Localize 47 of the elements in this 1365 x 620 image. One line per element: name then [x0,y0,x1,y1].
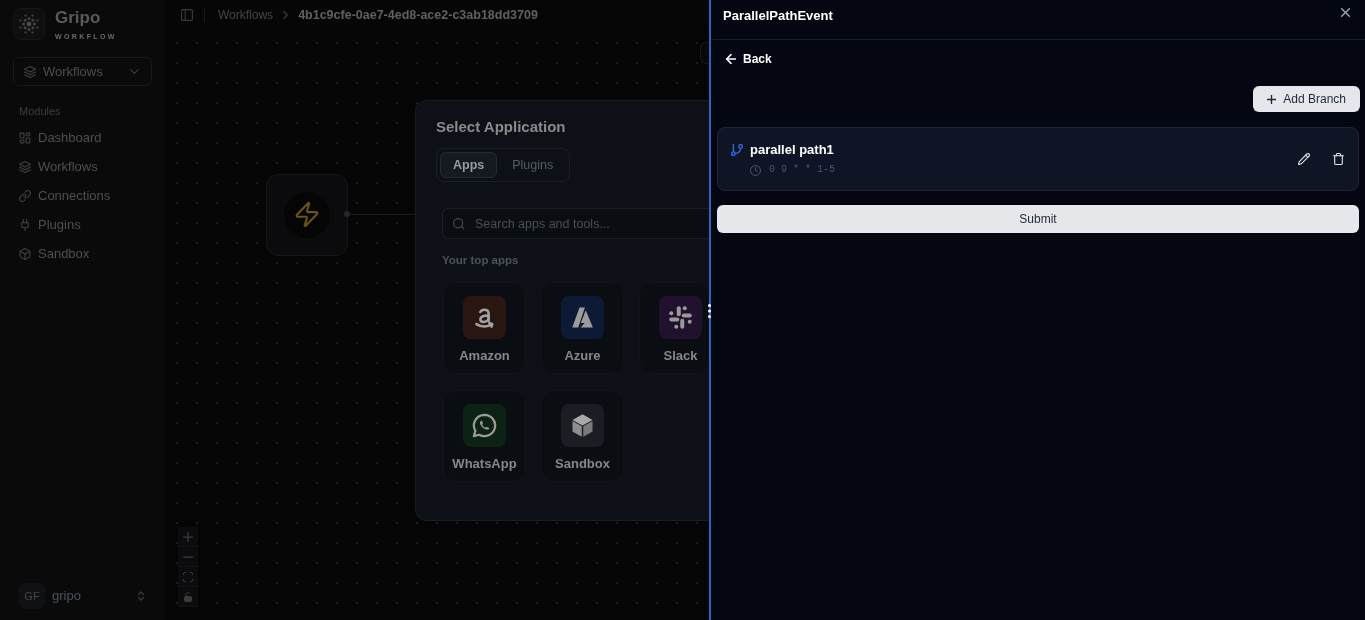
pencil-icon[interactable] [1298,153,1310,165]
chevrons-up-down-icon[interactable] [138,591,144,601]
minus-icon [183,555,193,558]
brand-name: Gripo [55,9,102,27]
panel-title: ParallelPathEvent [723,8,833,24]
app-card[interactable]: Amazon [443,282,526,374]
lightning-icon [284,192,330,238]
user-name: gripo [52,587,81,606]
plus-icon [1267,94,1277,104]
lock-icon [184,591,192,602]
drag-handle-icon[interactable] [708,304,711,318]
close-icon[interactable] [1341,8,1350,17]
sidebar-toggle-icon[interactable] [181,9,193,21]
search-field[interactable]: Search apps and tools... [442,208,709,239]
trigger-node[interactable] [266,174,348,256]
chevron-down-icon [130,69,139,74]
layers-icon [24,65,36,78]
dialog-title: Select Application [436,118,567,136]
tab[interactable]: Plugins [499,152,567,178]
app-card[interactable]: Sandbox [541,390,624,482]
cube-icon [19,247,31,260]
plug-icon [19,218,31,231]
zoom-out-button[interactable] [178,547,198,567]
plus-icon [183,531,193,542]
app-card[interactable]: Slack [639,282,709,374]
breadcrumb-current: 4b1c9cfe-0ae7-4ed8-ace2-c3ab18dd3709 [298,6,538,24]
fit-view-button[interactable] [178,567,198,587]
grid-icon [19,131,31,144]
zoom-in-button[interactable] [178,527,198,547]
chevron-right-icon [283,11,289,19]
lock-button[interactable] [178,587,198,607]
logo-icon [13,8,45,40]
branch-icon [731,144,743,156]
branch-name: parallel path1 [750,142,834,158]
add-branch-button[interactable]: Add Branch [1253,86,1360,112]
section-label: Your top apps [442,253,520,267]
back-button[interactable]: Back [726,51,772,67]
layers-icon [19,160,31,173]
clock-icon [750,164,761,176]
app-card[interactable]: Azure [541,282,624,374]
link-icon [19,189,31,202]
submit-button[interactable]: Submit [717,205,1359,233]
trash-icon[interactable] [1333,153,1344,165]
fit-view-icon [183,571,193,582]
search-icon [453,218,465,230]
tab[interactable]: Apps [440,152,498,178]
app-card[interactable]: WhatsApp [443,390,526,482]
